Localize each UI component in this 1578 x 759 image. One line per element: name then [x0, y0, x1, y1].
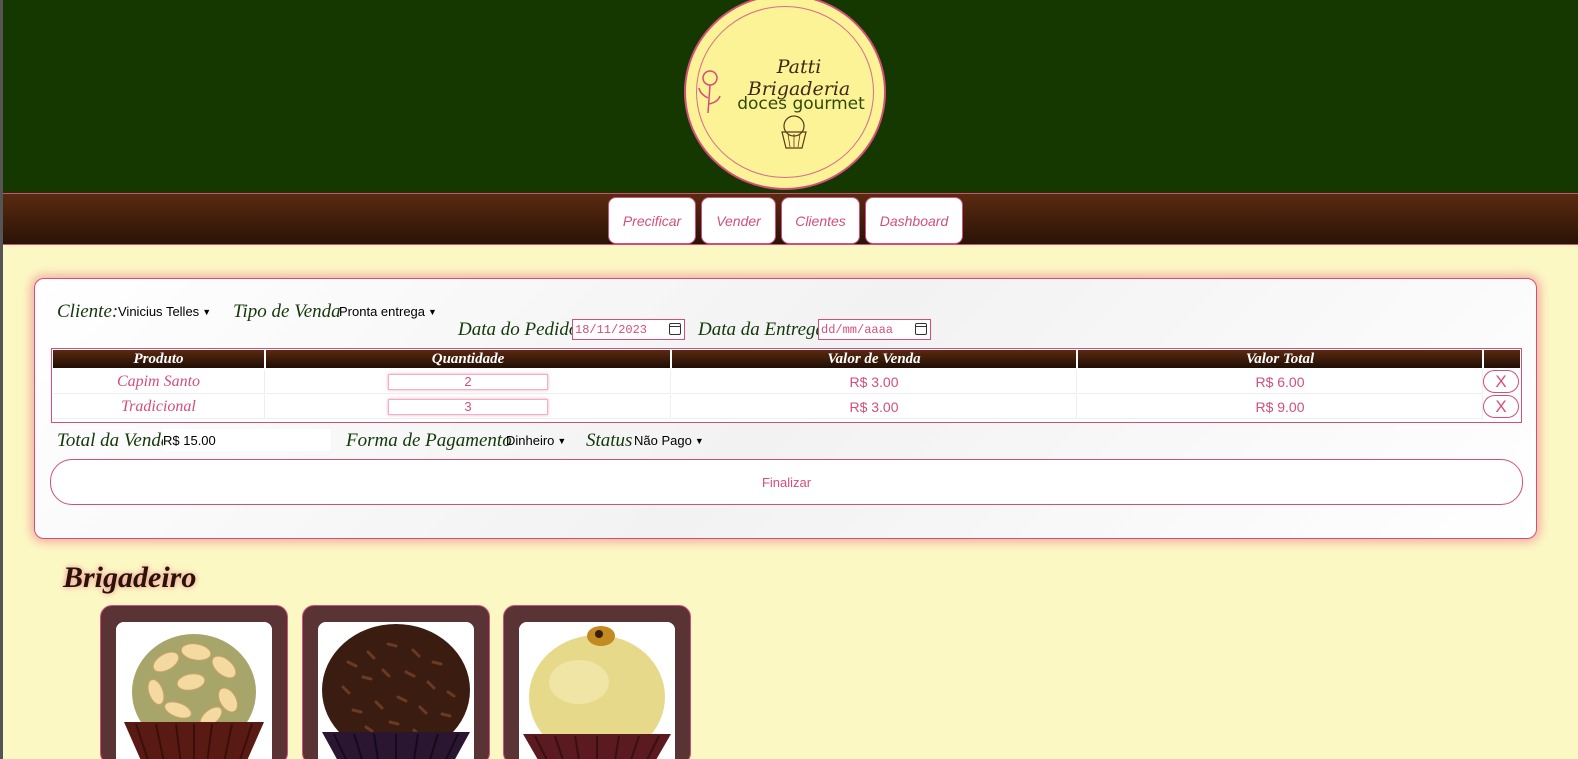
chevron-down-icon: ▼	[428, 306, 437, 317]
row-2-delete-button[interactable]: X	[1483, 395, 1519, 418]
nav-precificar[interactable]: Precificar	[608, 197, 696, 244]
sale-form: Cliente: Vinicius Telles ▼ Tipo de Venda…	[34, 278, 1537, 539]
site-header: Patti Brigaderia doces gourmet	[0, 0, 1578, 193]
sale-items-table: Produto Quantidade Valor de Venda Valor …	[51, 348, 1522, 423]
delivery-date-label: Data da Entrega	[698, 319, 826, 340]
product-card[interactable]	[302, 605, 490, 759]
column-header-product: Produto	[53, 350, 264, 368]
column-header-unit-price: Valor de Venda	[672, 350, 1076, 368]
column-header-actions	[1484, 350, 1520, 368]
finalize-button[interactable]: Finalizar	[50, 459, 1523, 505]
order-date-value: 18/11/2023	[575, 322, 648, 337]
logo-tagline: doces gourmet	[737, 94, 865, 114]
nav-clientes[interactable]: Clientes	[781, 197, 860, 244]
sale-total-field[interactable]: R$ 15.00	[163, 429, 331, 451]
row-2-quantity-input[interactable]: 3	[388, 398, 548, 415]
status-label: Status	[586, 430, 633, 451]
chevron-down-icon: ▼	[202, 306, 212, 317]
nav-vender[interactable]: Vender	[701, 197, 776, 244]
product-image	[318, 622, 474, 759]
delivery-date-placeholder: dd/mm/aaaa	[821, 322, 894, 337]
row-2-unit-price: R$ 3.00	[672, 395, 1077, 419]
client-label: Cliente:	[57, 301, 119, 322]
rose-icon	[698, 70, 721, 114]
order-date-label: Data do Pedido	[458, 319, 579, 340]
chevron-down-icon: ▼	[557, 435, 567, 446]
row-1-unit-price: R$ 3.00	[672, 370, 1077, 394]
client-select[interactable]: Vinicius Telles ▼	[118, 304, 211, 319]
row-2-quantity-cell: 3	[266, 395, 671, 419]
row-1-quantity-cell: 2	[266, 370, 671, 394]
chocolate-sprinkle-brigadeiro-image	[318, 622, 474, 759]
passion-fruit-brigadeiro-image	[519, 622, 675, 759]
chevron-down-icon: ▼	[694, 435, 704, 446]
sale-total-label: Total da Venda	[57, 430, 171, 451]
row-1-quantity-input[interactable]: 2	[388, 373, 548, 390]
row-2-total: R$ 9.00	[1078, 395, 1483, 419]
category-title: Brigadeiro	[63, 561, 197, 594]
row-2-product: Tradicional	[53, 395, 265, 419]
status-select[interactable]: Não Pago ▼	[634, 433, 704, 448]
row-1-total: R$ 6.00	[1078, 370, 1483, 394]
order-date-input[interactable]: 18/11/2023	[572, 319, 685, 340]
brand-logo[interactable]: Patti Brigaderia doces gourmet	[684, 0, 886, 190]
status-value: Não Pago	[634, 433, 692, 448]
product-image	[116, 622, 272, 759]
payment-method-label: Forma de Pagamento	[346, 430, 512, 451]
sale-type-select[interactable]: Pronta entrega ▼	[339, 304, 437, 319]
nav-dashboard[interactable]: Dashboard	[865, 197, 963, 244]
payment-method-value: Dinheiro	[506, 433, 555, 448]
product-card[interactable]	[503, 605, 691, 759]
calendar-icon[interactable]	[669, 323, 681, 335]
almond-brigadeiro-image	[116, 622, 272, 759]
payment-method-select[interactable]: Dinheiro ▼	[506, 433, 566, 448]
product-image	[519, 622, 675, 759]
calendar-icon[interactable]	[915, 323, 927, 335]
main-nav: Precificar Vender Clientes Dashboard	[0, 193, 1578, 245]
column-header-total: Valor Total	[1078, 350, 1482, 368]
product-card[interactable]	[100, 605, 288, 759]
window-edge	[0, 0, 3, 759]
cupcake-icon	[781, 115, 807, 149]
client-select-value: Vinicius Telles	[118, 304, 200, 319]
sale-type-select-value: Pronta entrega	[339, 304, 426, 319]
row-1-delete-button[interactable]: X	[1483, 370, 1519, 393]
delivery-date-input[interactable]: dd/mm/aaaa	[818, 319, 931, 340]
row-1-product: Capim Santo	[53, 370, 265, 394]
column-header-quantity: Quantidade	[266, 350, 670, 368]
sale-type-label: Tipo de Venda	[233, 301, 341, 322]
